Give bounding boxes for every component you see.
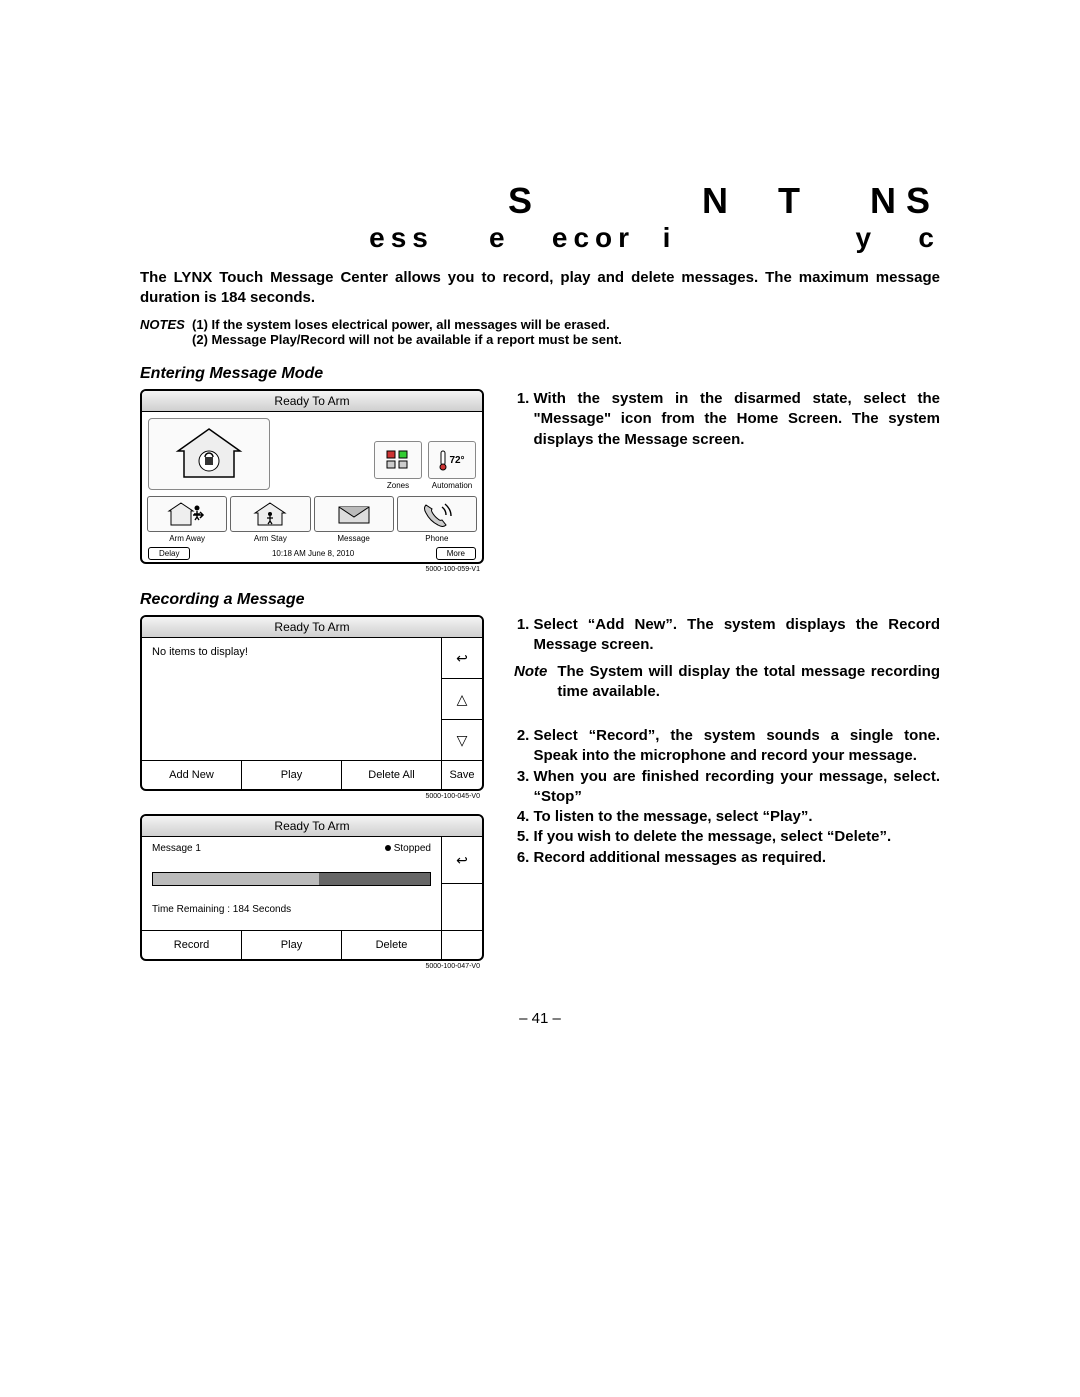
message-status: Stopped [385,843,431,854]
figure-id-2: 5000-100-045-V0 [140,793,484,800]
arm-away-button[interactable] [147,496,227,532]
section-entering-message-mode: Entering Message Mode [140,365,940,383]
back-arrow-icon: ↩ [456,852,468,869]
step-b4: To listen to the message, select “Play”. [534,807,941,827]
delete-all-button[interactable]: Delete All [342,761,442,789]
zones-button[interactable] [374,441,422,479]
screen-record-message: Ready To Arm Message 1 Stopped Time Rema… [140,814,484,961]
step-b1: Select “Add New”. The system displays th… [534,615,941,656]
triangle-down-icon: ▽ [457,732,468,749]
message-label: Message [337,534,369,543]
arm-away-label: Arm Away [169,534,205,543]
step-b6: Record additional messages as required. [534,848,941,868]
note-label: Note [514,662,547,703]
note-2: (2) Message Play/Record will not be avai… [192,332,622,347]
scroll-up-button[interactable]: △ [441,679,482,720]
page-title-block: S N T NS ess e ecor i y c [140,180,940,254]
screen-message-list: Ready To Arm No items to display! ↩ △ ▽ … [140,615,484,791]
save-button[interactable]: Save [442,761,482,789]
timestamp: 10:18 AM June 8, 2010 [272,549,354,558]
step-b5: If you wish to delete the message, selec… [534,827,941,847]
thermometer-icon: 72° [439,449,464,471]
play-button[interactable]: Play [242,761,342,789]
title-line-2: ess e ecor i y c [140,222,940,254]
blank-button [441,884,482,930]
grid-icon [385,449,411,471]
message-name: Message 1 [152,843,201,854]
house-away-icon [167,501,207,527]
scroll-down-button[interactable]: ▽ [441,720,482,760]
phone-sound-icon [420,501,454,527]
progress-bar [152,872,431,886]
notes-label: NOTES [140,317,185,332]
note-1: (1) If the system loses electrical power… [192,317,622,332]
add-new-button[interactable]: Add New [142,761,242,789]
phone-label: Phone [425,534,448,543]
back-button[interactable]: ↩ [441,638,482,679]
title-line-1: S N T NS [140,180,940,222]
delay-button[interactable]: Delay [148,547,190,560]
back-arrow-icon: ↩ [456,650,468,667]
step-a1: With the system in the disarmed state, s… [534,389,941,450]
automation-label: Automation [432,481,472,490]
message-list-empty: No items to display! [142,638,441,760]
note-text: The System will display the total messag… [557,662,940,703]
message-button[interactable] [314,496,394,532]
house-stay-icon [253,501,287,527]
blank-cell [442,931,482,959]
home-armed-status-tile[interactable] [148,418,270,490]
arm-stay-label: Arm Stay [254,534,287,543]
screen-home-title: Ready To Arm [142,391,482,412]
arm-stay-button[interactable] [230,496,310,532]
step-b2: Select “Record”, the system sounds a sin… [534,726,941,767]
notes-block: NOTES (1) If the system loses electrical… [140,317,940,347]
more-button[interactable]: More [436,547,476,560]
figure-id-3: 5000-100-047-V0 [140,963,484,970]
page-number: – 41 – [140,1010,940,1027]
screen-record-title: Ready To Arm [142,816,482,837]
step-b3: When you are finished recording your mes… [534,767,941,808]
record-button[interactable]: Record [142,931,242,959]
screen-home: Ready To Arm [140,389,484,564]
zones-label: Zones [387,481,409,490]
delete-button[interactable]: Delete [342,931,442,959]
triangle-up-icon: △ [457,691,468,708]
phone-button[interactable] [397,496,477,532]
status-dot-icon [385,845,391,851]
play-button[interactable]: Play [242,931,342,959]
section-recording-a-message: Recording a Message [140,591,940,609]
back-button[interactable]: ↩ [441,837,482,884]
figure-id-1: 5000-100-059-V1 [140,566,484,573]
envelope-icon [337,503,371,525]
intro-paragraph: The LYNX Touch Message Center allows you… [140,268,940,307]
automation-button[interactable]: 72° [428,441,476,479]
time-remaining: Time Remaining : 184 Seconds [152,904,431,915]
screen-message-list-title: Ready To Arm [142,617,482,638]
house-unlock-icon [174,427,244,481]
